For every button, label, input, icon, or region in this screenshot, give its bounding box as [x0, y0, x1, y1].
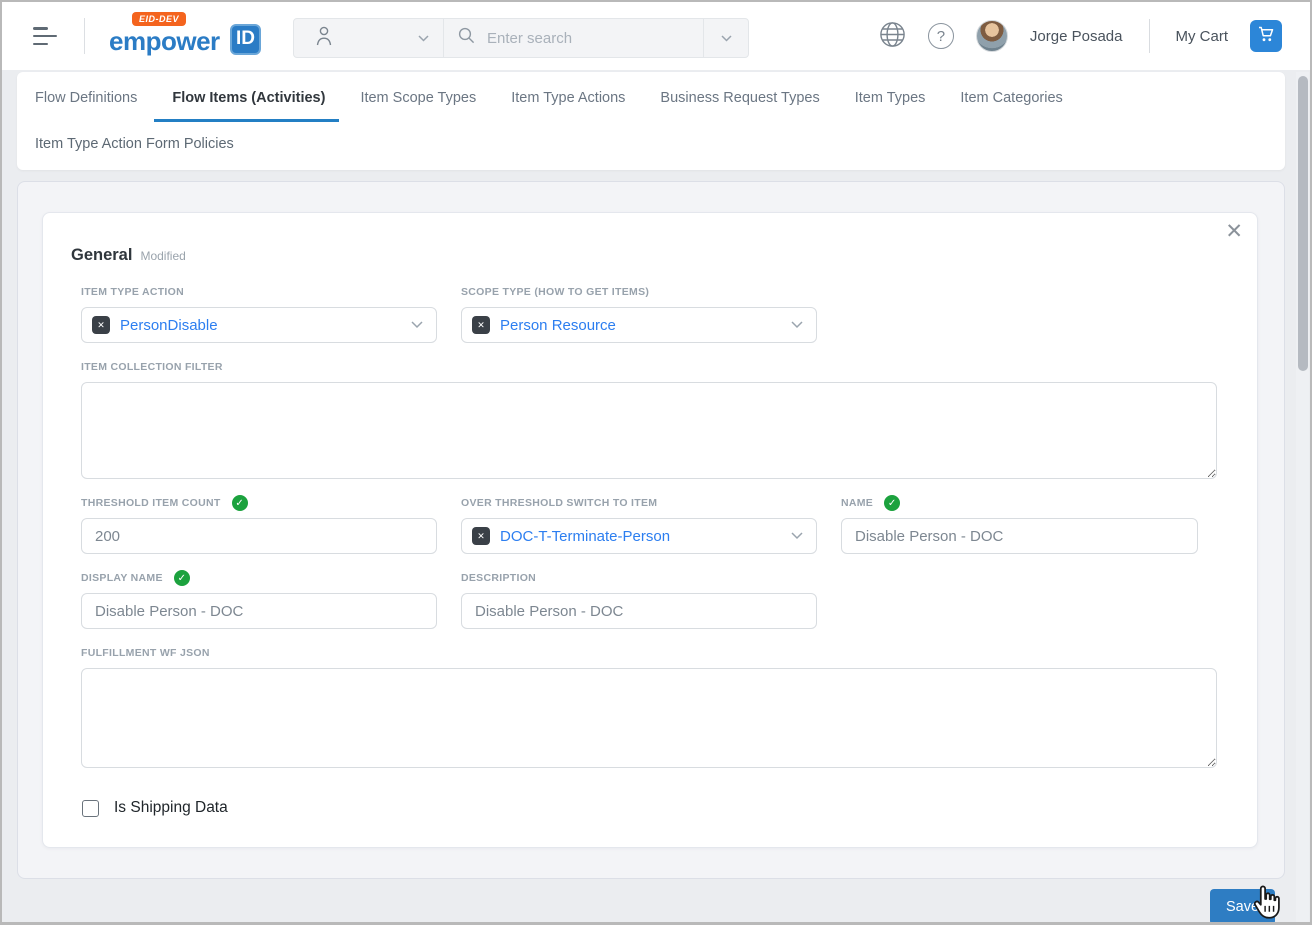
section-header: General Modified — [71, 246, 1217, 265]
item-collection-filter-textarea[interactable] — [81, 382, 1217, 479]
field-label: ITEM TYPE ACTION — [81, 286, 184, 298]
help-icon: ? — [928, 23, 954, 49]
field-label: ITEM COLLECTION FILTER — [81, 361, 223, 373]
field-item-type-action: ITEM TYPE ACTION ✕ PersonDisable — [81, 284, 437, 343]
help-button[interactable]: ? — [928, 23, 954, 49]
selected-value: DOC-T-Terminate-Person — [500, 528, 781, 545]
field-label: THRESHOLD ITEM COUNT — [81, 497, 221, 509]
my-cart-label[interactable]: My Cart — [1176, 28, 1229, 45]
env-badge: EID-DEV — [132, 12, 186, 26]
form-row-2: THRESHOLD ITEM COUNT ✓ OVER THRESHOLD SW… — [81, 495, 1217, 554]
field-display-name: DISPLAY NAME ✓ — [81, 570, 437, 629]
tab-row-overflow: Item Type Action Form Policies — [35, 136, 1285, 152]
check-icon: ✓ — [232, 495, 248, 511]
field-fulfillment-wf-json: FULFILLMENT WF JSON — [81, 645, 1217, 768]
user-name[interactable]: Jorge Posada — [1030, 28, 1123, 45]
is-shipping-data-checkbox[interactable] — [82, 800, 99, 817]
hamburger-menu-icon[interactable] — [33, 27, 59, 45]
modified-badge: Modified — [140, 249, 185, 263]
brand-suffix: ID — [230, 24, 261, 55]
cart-icon — [1258, 26, 1275, 46]
scrollbar-thumb[interactable] — [1298, 76, 1308, 371]
field-label: FULFILLMENT WF JSON — [81, 647, 210, 659]
app-header: EID-DEV empower ID — [2, 2, 1310, 70]
remove-chip-icon[interactable]: ✕ — [472, 527, 490, 545]
globe-icon — [879, 21, 906, 51]
description-input[interactable] — [461, 593, 817, 629]
tab-row: Flow Definitions Flow Items (Activities)… — [35, 88, 1285, 122]
field-item-collection-filter: ITEM COLLECTION FILTER — [81, 359, 1217, 479]
field-name: NAME ✓ — [841, 495, 1198, 554]
tab-bar: Flow Definitions Flow Items (Activities)… — [17, 72, 1285, 170]
tab-item-categories[interactable]: Item Categories — [960, 88, 1062, 122]
user-avatar[interactable] — [976, 20, 1008, 52]
check-icon: ✓ — [174, 570, 190, 586]
form-row-json: FULFILLMENT WF JSON — [81, 645, 1217, 768]
global-search — [293, 18, 749, 58]
chevron-down-icon — [721, 29, 732, 47]
remove-chip-icon[interactable]: ✕ — [472, 316, 490, 334]
form-row-3: DISPLAY NAME ✓ DESCRIPTION — [81, 570, 1217, 629]
search-input[interactable] — [487, 30, 689, 47]
tab-item-type-action-form-policies[interactable]: Item Type Action Form Policies — [35, 136, 234, 152]
selected-value: PersonDisable — [120, 317, 401, 334]
section-title: General — [71, 246, 132, 265]
header-divider — [84, 18, 85, 54]
search-icon — [458, 27, 475, 49]
selected-value: Person Resource — [500, 317, 781, 334]
general-form-card: ✕ General Modified ITEM TYPE ACTION ✕ Pe… — [42, 212, 1258, 848]
language-button[interactable] — [879, 21, 906, 51]
is-shipping-data-label: Is Shipping Data — [114, 799, 228, 817]
tab-flow-definitions[interactable]: Flow Definitions — [35, 88, 137, 122]
brand-name: empower — [109, 26, 220, 57]
field-threshold-item-count: THRESHOLD ITEM COUNT ✓ — [81, 495, 437, 554]
field-over-threshold: OVER THRESHOLD SWITCH TO ITEM ✕ DOC-T-Te… — [461, 495, 817, 554]
empowerid-logo[interactable]: EID-DEV empower ID — [109, 10, 259, 62]
item-type-action-select[interactable]: ✕ PersonDisable — [81, 307, 437, 343]
scope-type-select[interactable]: ✕ Person Resource — [461, 307, 817, 343]
tab-item-type-actions[interactable]: Item Type Actions — [511, 88, 625, 122]
field-description: DESCRIPTION — [461, 570, 817, 629]
name-input[interactable] — [841, 518, 1198, 554]
header-actions: ? Jorge Posada My Cart — [879, 2, 1282, 70]
over-threshold-select[interactable]: ✕ DOC-T-Terminate-Person — [461, 518, 817, 554]
field-label: SCOPE TYPE (HOW TO GET ITEMS) — [461, 286, 649, 298]
tab-item-types[interactable]: Item Types — [855, 88, 926, 122]
close-icon[interactable]: ✕ — [1225, 221, 1243, 242]
chevron-down-icon — [411, 316, 423, 334]
chevron-down-icon — [791, 316, 803, 334]
tab-flow-items-activities[interactable]: Flow Items (Activities) — [172, 88, 325, 122]
threshold-item-count-input[interactable] — [81, 518, 437, 554]
page-scrollbar[interactable] — [1296, 72, 1309, 922]
person-icon — [314, 25, 334, 52]
field-label: DESCRIPTION — [461, 572, 536, 584]
remove-chip-icon[interactable]: ✕ — [92, 316, 110, 334]
search-field-wrap — [444, 19, 703, 57]
cart-button[interactable] — [1250, 20, 1282, 52]
field-scope-type: SCOPE TYPE (HOW TO GET ITEMS) ✕ Person R… — [461, 284, 817, 343]
field-label: DISPLAY NAME — [81, 572, 163, 584]
check-icon: ✓ — [884, 495, 900, 511]
field-is-shipping-data: Is Shipping Data — [82, 799, 1217, 817]
tab-business-request-types[interactable]: Business Request Types — [660, 88, 819, 122]
tab-item-scope-types[interactable]: Item Scope Types — [360, 88, 476, 122]
display-name-input[interactable] — [81, 593, 437, 629]
save-button[interactable]: Save — [1210, 889, 1275, 925]
chevron-down-icon — [418, 29, 429, 47]
header-divider — [1149, 19, 1150, 53]
form-row-1: ITEM TYPE ACTION ✕ PersonDisable SCOPE T… — [81, 284, 1217, 343]
search-scope-select[interactable] — [294, 19, 444, 57]
form-row-filter: ITEM COLLECTION FILTER — [81, 359, 1217, 479]
fulfillment-wf-json-textarea[interactable] — [81, 668, 1217, 768]
general-form: General Modified ITEM TYPE ACTION ✕ Pers… — [43, 213, 1257, 817]
chevron-down-icon — [791, 527, 803, 545]
field-label: OVER THRESHOLD SWITCH TO ITEM — [461, 497, 657, 509]
field-label: NAME — [841, 497, 873, 509]
search-options-toggle[interactable] — [703, 19, 748, 57]
